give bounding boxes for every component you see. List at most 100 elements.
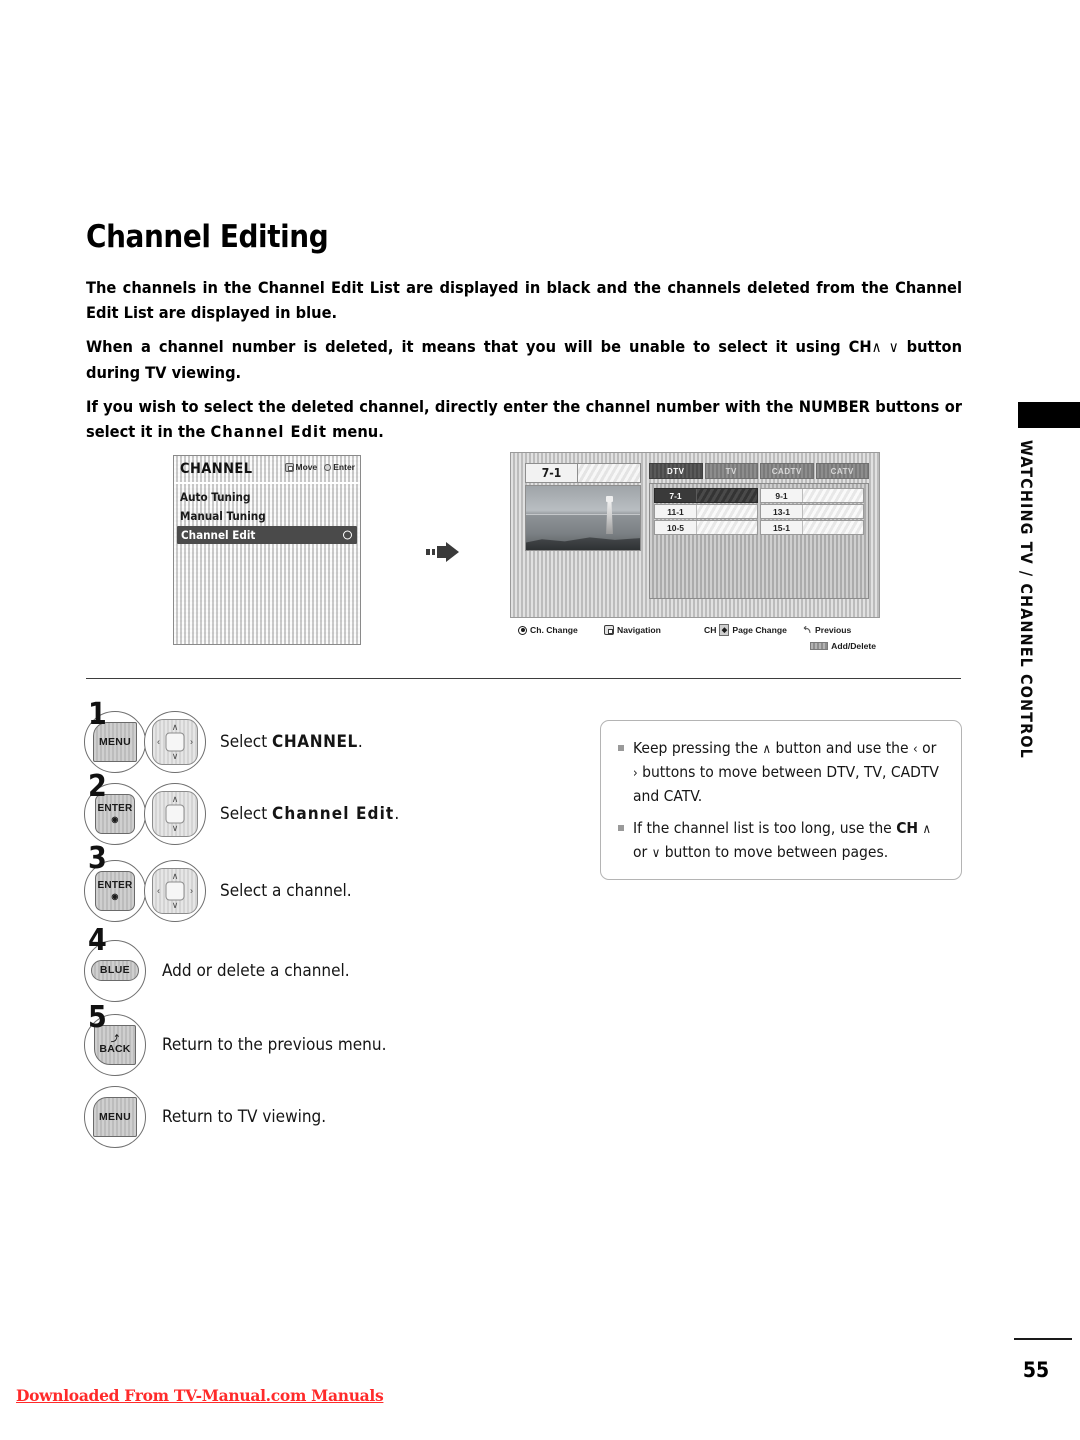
nav-right-arrow: › [190, 736, 193, 747]
step-2-text: Select Channel Edit. [220, 804, 400, 824]
channel-cell[interactable]: 9-1 [760, 488, 864, 503]
nav-center-button [165, 732, 185, 752]
channel-number: 11-1 [655, 505, 697, 518]
download-source-link[interactable]: Downloaded From TV-Manual.com Manuals [16, 1386, 384, 1405]
legend-row-secondary: Add/Delete [512, 638, 884, 654]
intro-paragraph-1: The channels in the Channel Edit List ar… [86, 278, 962, 322]
legend-label: Navigation [617, 625, 661, 635]
tv-legend: Ch. Change Navigation CH ◆ Page Change P… [512, 622, 884, 654]
return-arrow-icon [803, 625, 811, 633]
step-return-to-tv: MENU Return to TV viewing. [84, 1081, 554, 1153]
tv-channel-list-panel: DTV TV CADTV CATV 7-1 9-1 11-1 13-1 10-5… [649, 463, 869, 607]
page-title: Channel Editing [86, 219, 329, 255]
channel-number: 10-5 [655, 521, 697, 534]
channel-cell[interactable]: 13-1 [760, 504, 864, 519]
intro-paragraph-3: If you wish to select the deleted channe… [86, 397, 962, 441]
navpad-icon: ∧ ∨ ‹ › [152, 719, 198, 765]
note-bullet-1: Keep pressing the ∧ button and use the ‹… [617, 737, 945, 807]
channel-name [803, 505, 863, 518]
nav-up-arrow: ∧ [171, 794, 179, 804]
side-tab-label: WATCHING TV / CHANNEL CONTROL [1017, 440, 1037, 759]
intro-text-block: The channels in the Channel Edit List ar… [86, 275, 962, 444]
channel-number: 15-1 [761, 521, 803, 534]
osd-menu-item-auto-tuning[interactable]: Auto Tuning [174, 488, 360, 506]
steps-list: 1 MENU ∧ ∨ ‹ › Select CHANNEL. 2 ENTER ◉… [84, 700, 554, 1153]
remote-navpad-4way[interactable]: ∧ ∨ ‹ › [144, 711, 206, 773]
tab-cadtv[interactable]: CADTV [760, 463, 814, 479]
remote-key-menu[interactable]: MENU [84, 1086, 146, 1148]
legend-page-change: CH ◆ Page Change [704, 624, 800, 636]
channel-name [697, 505, 757, 518]
remote-navpad-updown[interactable]: ∧ ∨ [144, 783, 206, 845]
nav-up-arrow: ∧ [171, 871, 179, 881]
legend-add-delete: Add/Delete [810, 641, 876, 651]
channel-number: 9-1 [761, 489, 803, 502]
tv-preview-thumbnail-lighthouse [525, 485, 641, 551]
step-1: 1 MENU ∧ ∨ ‹ › Select CHANNEL. [84, 700, 554, 778]
page-number: 55 [1022, 1358, 1050, 1382]
tab-tv[interactable]: TV [704, 463, 758, 479]
nav-up-arrow: ∧ [171, 722, 179, 732]
channel-number: 7-1 [655, 489, 697, 502]
tv-preview-channel-name [578, 464, 640, 482]
step-1-text: Select CHANNEL. [220, 732, 363, 752]
osd-hint-enter-label: Enter [333, 462, 355, 472]
tv-preview-panel: 7-1 [525, 463, 641, 551]
navpad-icon: ∧ ∨ [152, 791, 198, 837]
enter-dot-icon [324, 463, 332, 471]
osd-hint-enter: Enter [324, 462, 355, 472]
manual-page: Channel Editing The channels in the Chan… [0, 0, 1080, 1440]
menu-key-glyph: MENU [93, 1097, 137, 1137]
osd-hint-move: Move [284, 462, 317, 472]
nav-left-arrow: ‹ [157, 736, 160, 747]
legend-prefix: CH [704, 625, 717, 635]
step-5-text: Return to the previous menu. [162, 1035, 387, 1055]
tab-catv[interactable]: CATV [815, 463, 869, 479]
osd-menu-hints: Move Enter [284, 462, 355, 472]
nav-right-arrow: › [190, 885, 193, 896]
nav-left-arrow: ‹ [157, 885, 160, 896]
step-4: 4 BLUE Add or delete a channel. [84, 926, 554, 1009]
right-arrow-icon [426, 542, 459, 562]
osd-item-label: Manual Tuning [180, 509, 266, 523]
channel-cell[interactable]: 10-5 [654, 520, 758, 535]
nav-down-arrow: ∨ [171, 751, 179, 761]
section-divider [86, 678, 961, 679]
step-return-text: Return to TV viewing. [162, 1107, 327, 1127]
osd-menu-item-channel-edit[interactable]: Channel Edit [177, 526, 357, 544]
osd-menu-item-manual-tuning[interactable]: Manual Tuning [174, 507, 360, 525]
side-tab-black-bar [1018, 402, 1080, 428]
tv-preview-channel-chip: 7-1 [525, 463, 641, 483]
legend-label: Ch. Change [530, 625, 578, 635]
osd-item-label: Channel Edit [181, 528, 256, 542]
up-down-icon: ◆ [719, 624, 730, 636]
nav-center-button [165, 881, 185, 901]
step-2: 2 ENTER ◉ ∧ ∨ Select Channel Edit. [84, 772, 554, 850]
nav-center-button [165, 804, 185, 824]
tv-channel-grid: 7-1 9-1 11-1 13-1 10-5 15-1 [654, 488, 864, 535]
step-number: 3 [88, 841, 107, 876]
osd-channel-menu-figure: CHANNEL Move Enter Auto Tuning Manual Tu… [173, 455, 361, 645]
navpad-icon: ∧ ∨ ‹ › [152, 868, 198, 914]
target-icon [518, 625, 527, 635]
navpad-icon [604, 625, 614, 635]
channel-cell[interactable]: 15-1 [760, 520, 864, 535]
blue-bar-icon [810, 642, 829, 650]
horizon-line [526, 514, 640, 516]
step-5: 5 ⤴ BACK Return to the previous menu. [84, 1003, 554, 1081]
legend-navigation: Navigation [604, 625, 704, 635]
return-arc-icon: ⤴ [110, 1034, 120, 1044]
channel-cell[interactable]: 7-1 [654, 488, 758, 503]
navpad-icon [284, 462, 294, 472]
osd-menu-items: Auto Tuning Manual Tuning Channel Edit [174, 484, 360, 544]
rocks [526, 537, 640, 550]
remote-navpad-4way[interactable]: ∧ ∨ ‹ › [144, 860, 206, 922]
tv-source-tabs: DTV TV CADTV CATV [649, 463, 869, 479]
tv-preview-channel-number: 7-1 [526, 464, 578, 482]
intro-paragraph-2: When a channel number is deleted, it mea… [86, 337, 963, 382]
channel-cell[interactable]: 11-1 [654, 504, 758, 519]
tab-dtv[interactable]: DTV [649, 463, 703, 479]
channel-number: 13-1 [761, 505, 803, 518]
blue-key-glyph: BLUE [91, 960, 139, 981]
legend-row-primary: Ch. Change Navigation CH ◆ Page Change P… [512, 622, 884, 638]
